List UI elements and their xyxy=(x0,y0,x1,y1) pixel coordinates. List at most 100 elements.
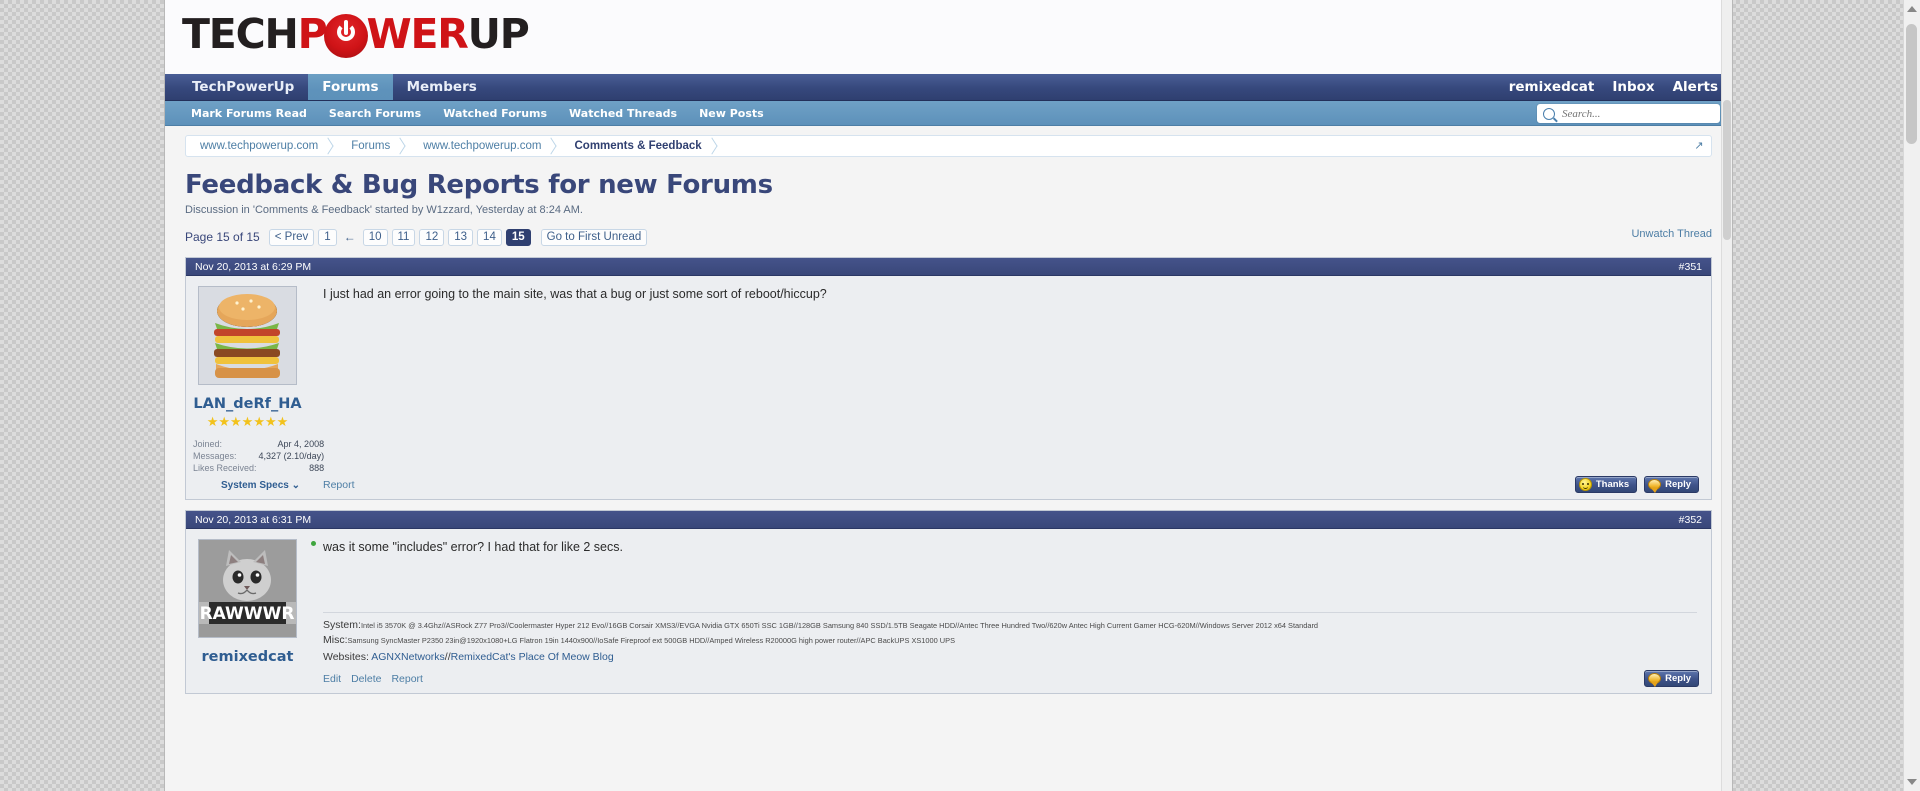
signature-misc-label: Misc: xyxy=(323,634,348,647)
user-stats: Joined: Apr 4, 2008 Messages: 4,327 (2.1… xyxy=(192,438,325,474)
post-author-name[interactable]: LAN_deRf_HA xyxy=(192,396,303,412)
page-scrollbar[interactable] xyxy=(1721,0,1732,791)
nav-link-inbox[interactable]: Inbox xyxy=(1612,79,1654,95)
system-specs-toggle[interactable]: System Specs ⌄ xyxy=(192,480,303,491)
user-stat-row: Messages: 4,327 (2.10/day) xyxy=(192,450,325,462)
speech-bubble-icon xyxy=(1648,672,1662,687)
speech-bubble-icon xyxy=(1648,479,1662,493)
page-counter-label: Page 15 of 15 xyxy=(185,230,260,244)
power-button-icon xyxy=(324,14,369,58)
breadcrumb: www.techpowerup.com Forums www.techpower… xyxy=(185,135,1712,157)
page-button-13[interactable]: 13 xyxy=(448,228,474,246)
scrollbar-thumb[interactable] xyxy=(1906,24,1917,144)
page-scrollbar-thumb[interactable] xyxy=(1723,100,1731,240)
post-message: was it some "includes" error? I had that… xyxy=(323,540,623,554)
browser-scrollbar[interactable] xyxy=(1903,0,1920,791)
nav-link-alerts[interactable]: Alerts xyxy=(1673,79,1718,95)
post-number[interactable]: #351 xyxy=(1679,261,1702,273)
reply-button[interactable]: Reply xyxy=(1644,476,1699,493)
post-user-panel: LAN_deRf_HA ★★★★★★★ Joined: Apr 4, 2008 … xyxy=(186,276,324,499)
reply-button-label: Reply xyxy=(1665,479,1691,490)
search-icon xyxy=(1543,107,1555,120)
avatar[interactable]: RAWWWR xyxy=(198,539,297,638)
post-author-name[interactable]: remixedcat xyxy=(192,649,303,665)
go-to-first-unread-button[interactable]: Go to First Unread xyxy=(540,228,648,246)
nav-link-watched-forums[interactable]: Watched Forums xyxy=(443,107,547,120)
signature-websites-line: Websites: AGNXNetworks//RemixedCat's Pla… xyxy=(323,651,1697,663)
reply-button-label: Reply xyxy=(1665,672,1691,684)
logo-tech: TECH xyxy=(182,10,299,58)
post-message: I just had an error going to the main si… xyxy=(323,287,827,301)
post-timestamp: Nov 20, 2013 at 6:29 PM xyxy=(195,260,312,273)
page-content: www.techpowerup.com Forums www.techpower… xyxy=(165,135,1732,694)
nav-link-watched-threads[interactable]: Watched Threads xyxy=(569,107,677,120)
reply-button[interactable]: Reply xyxy=(1644,669,1699,687)
online-status-indicator xyxy=(311,541,316,546)
post-buttons: Thanks Reply xyxy=(1574,476,1699,493)
avatar[interactable] xyxy=(198,286,297,385)
browser-page: TECHP WERUP TechPowerUp Forums Members re… xyxy=(165,0,1732,791)
edit-link[interactable]: Edit xyxy=(323,673,341,685)
delete-link[interactable]: Delete xyxy=(351,673,381,685)
post-action-links: Report xyxy=(323,479,355,491)
nav-link-mark-forums-read[interactable]: Mark Forums Read xyxy=(191,107,307,120)
thread-subtitle: Discussion in 'Comments & Feedback' star… xyxy=(185,204,583,216)
site-header: TECHP WERUP xyxy=(165,0,1732,74)
post-352: Nov 20, 2013 at 6:31 PM #352 RAWWWR remi… xyxy=(185,510,1712,694)
nav-tab-members[interactable]: Members xyxy=(393,74,491,100)
page-title: Feedback & Bug Reports for new Forums xyxy=(185,170,773,200)
secondary-navigation: Mark Forums Read Search Forums Watched F… xyxy=(165,101,1732,126)
signature-website-link-2[interactable]: RemixedCat's Place Of Meow Blog xyxy=(451,651,614,663)
post-content: was it some "includes" error? I had that… xyxy=(309,529,1711,693)
system-specs-label: System Specs xyxy=(221,480,289,491)
nav-tab-techpowerup[interactable]: TechPowerUp xyxy=(178,74,308,100)
account-navigation: remixedcat Inbox Alerts xyxy=(1509,74,1718,100)
breadcrumb-item-current[interactable]: Comments & Feedback xyxy=(560,136,720,156)
thanks-button-label: Thanks xyxy=(1595,479,1630,490)
svg-text:RAWWWR: RAWWWR xyxy=(200,604,295,624)
page-button-10[interactable]: 10 xyxy=(362,228,388,246)
post-user-panel: RAWWWR remixedcat xyxy=(186,529,309,693)
burger-avatar-icon xyxy=(199,287,296,384)
page-button-12[interactable]: 12 xyxy=(419,228,445,246)
report-link[interactable]: Report xyxy=(323,479,355,491)
page-button-14[interactable]: 14 xyxy=(477,228,502,246)
breadcrumb-item-home[interactable]: www.techpowerup.com xyxy=(186,136,337,156)
signature-system-label: System: xyxy=(323,619,361,632)
smiley-icon xyxy=(1578,478,1592,491)
breadcrumb-item-forums[interactable]: Forums xyxy=(337,136,409,156)
page-button-1[interactable]: 1 xyxy=(318,228,337,246)
unwatch-thread-link[interactable]: Unwatch Thread xyxy=(1631,228,1712,240)
thanks-button[interactable]: Thanks xyxy=(1574,476,1638,493)
site-logo[interactable]: TECHP WERUP xyxy=(182,10,530,58)
logo-p: P xyxy=(297,10,328,58)
stat-key-joined: Joined: xyxy=(193,439,223,449)
logo-up: UP xyxy=(467,10,530,58)
page-button-15[interactable]: 15 xyxy=(505,228,531,246)
pagination: Page 15 of 15 < Prev 1 ← 10 11 12 13 14 … xyxy=(185,227,1712,247)
nav-link-search-forums[interactable]: Search Forums xyxy=(329,107,421,120)
breadcrumb-item-site[interactable]: www.techpowerup.com xyxy=(409,136,560,156)
page-prev-button[interactable]: < Prev xyxy=(268,228,315,246)
search-box[interactable] xyxy=(1537,104,1720,123)
scroll-down-arrow-icon[interactable] xyxy=(1907,779,1917,785)
page-button-11[interactable]: 11 xyxy=(391,228,416,246)
nav-link-new-posts[interactable]: New Posts xyxy=(699,107,764,120)
signature-system-text: Intel i5 3570K @ 3.4Ghz//ASRock Z77 Pro3… xyxy=(360,621,1319,631)
expand-arrow-icon[interactable]: ↗ xyxy=(1692,139,1706,153)
signature-website-link-1[interactable]: AGNXNetworks xyxy=(371,651,445,663)
user-rating-stars: ★★★★★★★ xyxy=(206,414,289,429)
primary-navigation: TechPowerUp Forums Members remixedcat In… xyxy=(165,74,1732,101)
search-input[interactable] xyxy=(1560,106,1719,121)
nav-tab-forums[interactable]: Forums xyxy=(308,74,393,100)
signature-misc-text: Samsung SyncMaster P2350 23in@1920x1080+… xyxy=(347,636,956,646)
scroll-up-arrow-icon[interactable] xyxy=(1907,6,1917,12)
chevron-down-icon: ⌄ xyxy=(291,480,300,491)
left-arrow-icon: ← xyxy=(343,230,356,244)
post-body: RAWWWR remixedcat was it some "includes"… xyxy=(186,529,1711,693)
nav-link-username[interactable]: remixedcat xyxy=(1509,79,1595,95)
report-link[interactable]: Report xyxy=(391,673,423,685)
post-content: I just had an error going to the main si… xyxy=(309,276,1711,499)
user-stat-row: Likes Received: 888 xyxy=(192,462,325,474)
post-number[interactable]: #352 xyxy=(1679,514,1702,526)
